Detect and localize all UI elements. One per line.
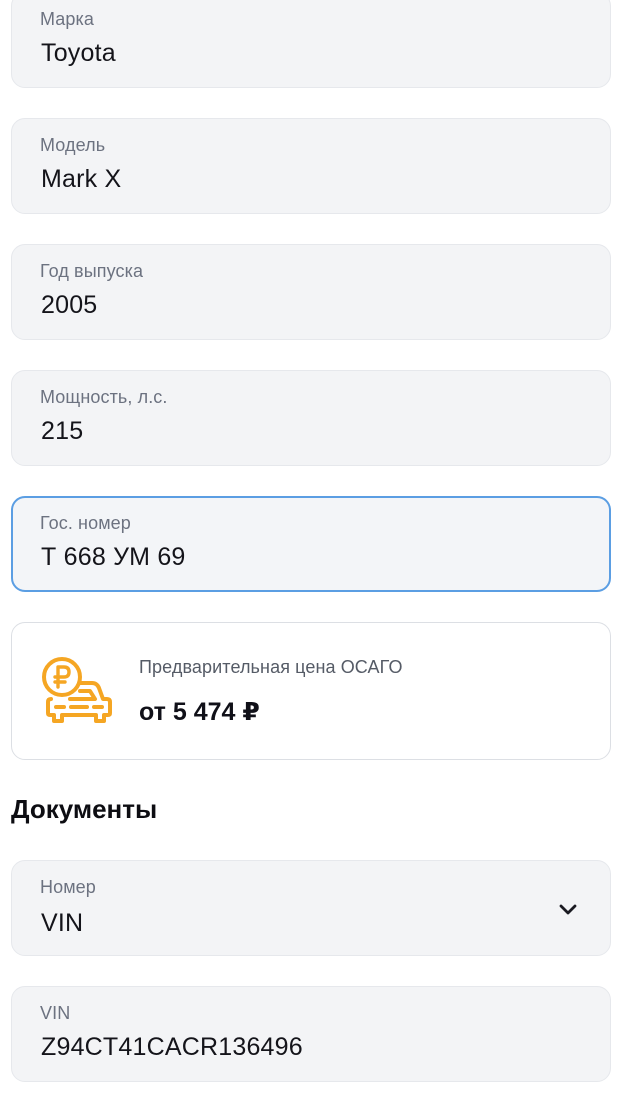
power-value: 215 [41, 417, 84, 445]
power-field[interactable]: Мощность, л.с. 215 [11, 370, 611, 466]
power-label: Мощность, л.с. [40, 387, 168, 407]
vin-field[interactable]: VIN Z94CT41CACR136496 [11, 986, 611, 1082]
year-value: 2005 [41, 291, 98, 319]
price-label: Предварительная цена ОСАГО [139, 657, 403, 677]
brand-label: Марка [40, 9, 94, 29]
year-field[interactable]: Год выпуска 2005 [11, 244, 611, 340]
document-type-select[interactable]: Номер VIN [11, 860, 611, 956]
plate-field[interactable]: Гос. номер Т 668 УМ 69 [11, 496, 611, 592]
price-value: от 5 474 ₽ [139, 698, 260, 726]
year-label: Год выпуска [40, 261, 144, 281]
model-value: Mark X [41, 165, 122, 193]
documents-title: Документы [11, 794, 158, 824]
vin-label: VIN [40, 1003, 71, 1023]
osago-price-card: Предварительная цена ОСАГО от 5 474 ₽ [11, 622, 611, 760]
chevron-down-icon[interactable] [556, 897, 580, 921]
car-ruble-icon [42, 657, 112, 723]
document-type-value: VIN [41, 909, 84, 937]
model-field[interactable]: Модель Mark X [11, 118, 611, 214]
plate-label: Гос. номер [40, 513, 131, 533]
plate-value: Т 668 УМ 69 [41, 543, 186, 571]
brand-field[interactable]: Марка Toyota [11, 0, 611, 88]
document-type-label: Номер [40, 877, 96, 897]
vin-value: Z94CT41CACR136496 [41, 1033, 303, 1061]
brand-value: Toyota [41, 39, 116, 67]
model-label: Модель [40, 135, 106, 155]
